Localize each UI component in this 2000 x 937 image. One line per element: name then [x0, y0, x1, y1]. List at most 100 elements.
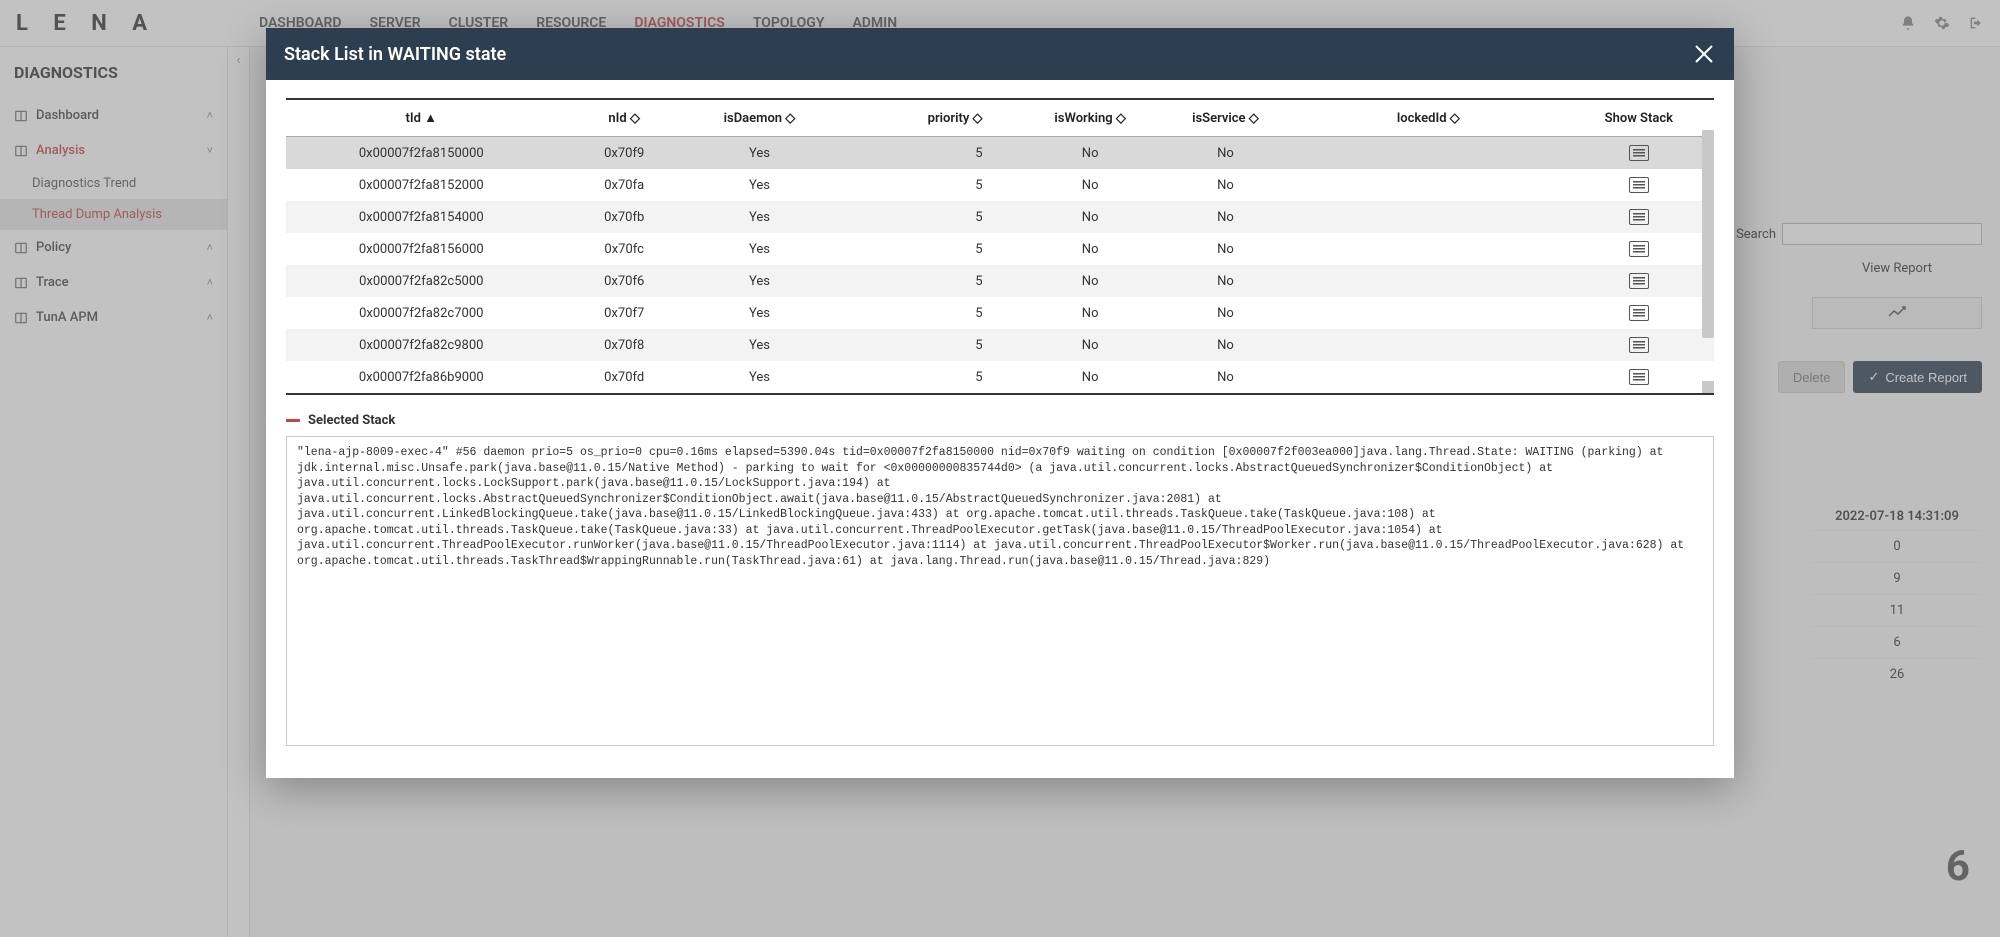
cell: 0x70f7 — [557, 297, 692, 329]
scrollbar-corner — [1702, 381, 1714, 393]
cell: 5 — [827, 361, 1022, 393]
table-row[interactable]: 0x00007f2fa81560000x70fcYes5NoNo — [286, 233, 1714, 265]
table-row[interactable]: 0x00007f2fa81500000x70f9Yes5NoNo — [286, 137, 1714, 170]
modal-title: Stack List in WAITING state — [284, 44, 506, 65]
col-lockedid[interactable]: lockedId ◇ — [1293, 99, 1564, 137]
cell: No — [1023, 137, 1158, 170]
cell: No — [1158, 329, 1293, 361]
cell-action — [1564, 361, 1714, 393]
show-stack-icon[interactable] — [1629, 145, 1649, 161]
col-label: priority — [928, 111, 970, 126]
col-label: isService — [1192, 111, 1245, 126]
table-row[interactable]: 0x00007f2fa82c50000x70f6Yes5NoNo — [286, 265, 1714, 297]
cell: Yes — [692, 329, 827, 361]
cell: No — [1158, 265, 1293, 297]
cell: No — [1158, 233, 1293, 265]
col-label: nId — [608, 111, 626, 126]
cell: Yes — [692, 137, 827, 170]
cell: Yes — [692, 169, 827, 201]
section-dash-icon — [286, 419, 300, 422]
table-row[interactable]: 0x00007f2fa81540000x70fbYes5NoNo — [286, 201, 1714, 233]
sort-icon: ◇ — [627, 111, 640, 126]
cell: No — [1158, 169, 1293, 201]
cell-action — [1564, 329, 1714, 361]
cell: 5 — [827, 265, 1022, 297]
cell: 5 — [827, 297, 1022, 329]
cell: No — [1023, 233, 1158, 265]
col-priority[interactable]: priority ◇ — [827, 99, 1022, 137]
cell-action — [1564, 233, 1714, 265]
table-row[interactable]: 0x00007f2fa86b90000x70fdYes5NoNo — [286, 361, 1714, 393]
cell — [1293, 361, 1564, 393]
cell: 0x00007f2fa82c9800 — [286, 329, 557, 361]
cell: 0x70f6 — [557, 265, 692, 297]
cell: Yes — [692, 361, 827, 393]
cell: 5 — [827, 201, 1022, 233]
sort-icon: ◇ — [782, 111, 795, 126]
show-stack-icon[interactable] — [1629, 209, 1649, 225]
col-label: isDaemon — [724, 111, 782, 126]
cell-action — [1564, 265, 1714, 297]
col-label: lockedId — [1397, 111, 1447, 126]
sort-icon: ◇ — [1447, 111, 1460, 126]
selected-stack-label: Selected Stack — [308, 413, 395, 428]
cell: 0x70f8 — [557, 329, 692, 361]
stack-table: tId ▲nId ◇isDaemon ◇priority ◇isWorking … — [286, 98, 1714, 393]
cell: No — [1023, 361, 1158, 393]
cell: 5 — [827, 233, 1022, 265]
col-label: isWorking — [1054, 111, 1112, 126]
table-row[interactable]: 0x00007f2fa81520000x70faYes5NoNo — [286, 169, 1714, 201]
cell: 0x00007f2fa82c7000 — [286, 297, 557, 329]
cell: 0x70fa — [557, 169, 692, 201]
cell: No — [1023, 265, 1158, 297]
cell: 5 — [827, 169, 1022, 201]
cell: 0x00007f2fa8152000 — [286, 169, 557, 201]
sort-icon: ▲ — [421, 111, 437, 126]
cell — [1293, 329, 1564, 361]
show-stack-icon[interactable] — [1629, 177, 1649, 193]
cell: No — [1158, 137, 1293, 170]
close-icon[interactable] — [1692, 42, 1716, 66]
cell: No — [1158, 297, 1293, 329]
cell: 5 — [827, 137, 1022, 170]
col-label: tId — [406, 111, 421, 126]
col-isservice[interactable]: isService ◇ — [1158, 99, 1293, 137]
show-stack-icon[interactable] — [1629, 305, 1649, 321]
cell-action — [1564, 201, 1714, 233]
cell: 0x00007f2fa8150000 — [286, 137, 557, 170]
sort-icon: ◇ — [969, 111, 982, 126]
cell — [1293, 169, 1564, 201]
col-isdaemon[interactable]: isDaemon ◇ — [692, 99, 827, 137]
cell: 0x00007f2fa8156000 — [286, 233, 557, 265]
show-stack-icon[interactable] — [1629, 337, 1649, 353]
cell: 0x00007f2fa86b9000 — [286, 361, 557, 393]
cell-action — [1564, 137, 1714, 170]
stack-textarea[interactable] — [286, 436, 1714, 746]
col-nid[interactable]: nId ◇ — [557, 99, 692, 137]
col-isworking[interactable]: isWorking ◇ — [1023, 99, 1158, 137]
cell — [1293, 137, 1564, 170]
cell: Yes — [692, 265, 827, 297]
table-row[interactable]: 0x00007f2fa82c70000x70f7Yes5NoNo — [286, 297, 1714, 329]
show-stack-icon[interactable] — [1629, 241, 1649, 257]
col-show-stack[interactable]: Show Stack — [1564, 99, 1714, 137]
sort-icon: ◇ — [1246, 111, 1259, 126]
show-stack-icon[interactable] — [1629, 369, 1649, 385]
scrollbar[interactable] — [1702, 130, 1714, 338]
col-tid[interactable]: tId ▲ — [286, 99, 557, 137]
cell: 0x70fd — [557, 361, 692, 393]
cell: 5 — [827, 329, 1022, 361]
cell: No — [1023, 201, 1158, 233]
show-stack-icon[interactable] — [1629, 273, 1649, 289]
cell: No — [1023, 329, 1158, 361]
cell: 0x00007f2fa82c5000 — [286, 265, 557, 297]
cell: Yes — [692, 297, 827, 329]
cell — [1293, 233, 1564, 265]
table-row[interactable]: 0x00007f2fa82c98000x70f8Yes5NoNo — [286, 329, 1714, 361]
cell: Yes — [692, 201, 827, 233]
modal-overlay: Stack List in WAITING state tId ▲nId ◇is… — [0, 0, 2000, 937]
cell — [1293, 297, 1564, 329]
cell: 0x70fc — [557, 233, 692, 265]
cell: 0x70fb — [557, 201, 692, 233]
cell-action — [1564, 297, 1714, 329]
